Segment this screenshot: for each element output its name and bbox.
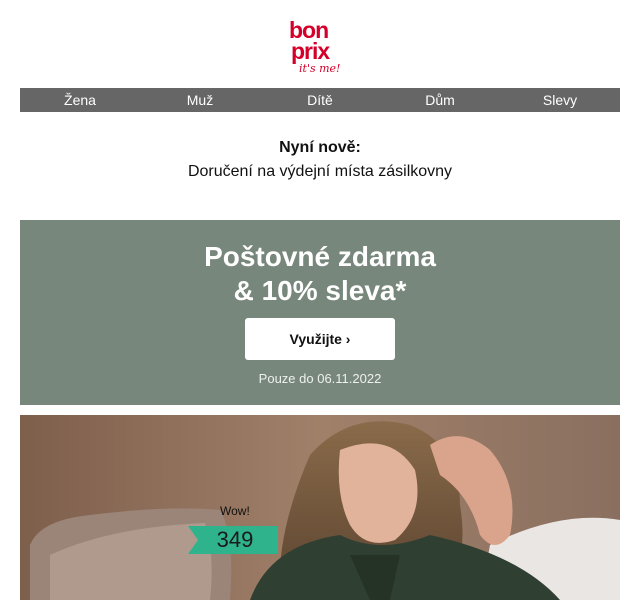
promo-cta-button[interactable]: Využijte › (245, 318, 395, 360)
logo-mark: bon prix it's me! (285, 18, 355, 78)
news-title: Nyní nově: (279, 139, 361, 156)
hero-photo (20, 415, 620, 600)
promo-headline-2: & 10% sleva* (233, 275, 407, 306)
news-banner: Nyní nově: Doručení na výdejní místa zás… (0, 138, 640, 182)
nav-item-dite[interactable]: Dítě (260, 88, 380, 112)
nav-item-dum[interactable]: Dům (380, 88, 500, 112)
promo-headline-1: Poštovné zdarma (204, 241, 436, 272)
main-nav: Žena Muž Dítě Dům Slevy (20, 88, 620, 112)
news-subtitle[interactable]: Doručení na výdejní místa zásilkovny (0, 162, 640, 182)
brand-logo[interactable]: bon prix it's me! (0, 18, 640, 78)
hero-image[interactable]: Wow! 349 (20, 415, 620, 600)
wow-badge: Wow! (220, 504, 250, 518)
price-tag: 349 (188, 526, 278, 554)
nav-item-muz[interactable]: Muž (140, 88, 260, 112)
logo-line-2: prix (291, 38, 330, 64)
logo-tagline: it's me! (299, 62, 341, 75)
promo-banner: Poštovné zdarma & 10% sleva* Využijte › … (20, 220, 620, 405)
promo-valid-until: Pouze do 06.11.2022 (258, 371, 382, 386)
price-value: 349 (216, 527, 254, 552)
nav-item-slevy[interactable]: Slevy (500, 88, 620, 112)
nav-item-zena[interactable]: Žena (20, 88, 140, 112)
logo-line-1: bon (289, 17, 329, 43)
